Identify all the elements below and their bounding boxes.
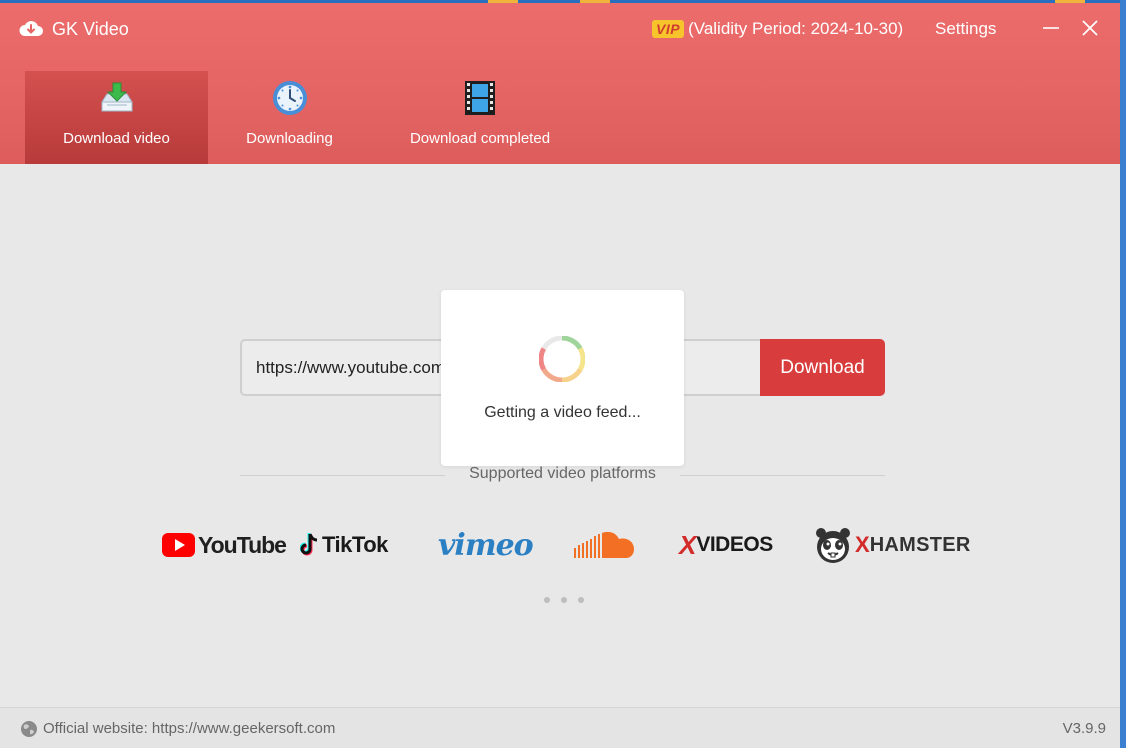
platform-vimeo: vimeo <box>438 525 534 565</box>
vip-badge: VIP <box>652 20 685 38</box>
platform-tiktok: TikTok <box>300 525 388 565</box>
app-title: GK Video <box>18 17 129 41</box>
tab-label: Download video <box>63 130 170 147</box>
app-window: GK Video VIP (Validity Period: 2024-10-3… <box>0 3 1120 748</box>
youtube-logo-icon <box>162 533 195 557</box>
vimeo-wordmark: vimeo <box>438 527 534 563</box>
platform-xhamster: X HAMSTER <box>814 525 971 565</box>
app-version: V3.9.9 <box>1062 720 1106 737</box>
platform-xvideos: X VIDEOS <box>679 525 773 565</box>
minimize-icon <box>1043 27 1059 29</box>
settings-button[interactable]: Settings <box>935 17 996 41</box>
divider-right <box>680 475 885 476</box>
platform-youtube: YouTube <box>162 525 287 565</box>
app-title-text: GK Video <box>52 18 129 39</box>
tab-label: Download completed <box>409 130 551 147</box>
desktop-edge <box>1120 0 1126 748</box>
loading-dialog: Getting a video feed... <box>441 290 684 466</box>
xhamster-x-mark: X <box>855 532 870 557</box>
cloud-download-icon <box>19 21 43 36</box>
xvideos-x-mark: X <box>679 529 697 560</box>
vip-status[interactable]: VIP (Validity Period: 2024-10-30) <box>652 17 903 41</box>
loading-message: Getting a video feed... <box>484 404 641 421</box>
download-button[interactable]: Download <box>760 339 885 396</box>
xhamster-wordmark: HAMSTER <box>869 533 971 556</box>
soundcloud-logo-icon <box>574 531 634 558</box>
more-platforms-dots[interactable] <box>544 597 584 607</box>
loading-spinner-icon <box>539 336 585 382</box>
youtube-wordmark: YouTube <box>198 531 287 558</box>
vip-validity-text: (Validity Period: 2024-10-30) <box>688 19 904 38</box>
clock-icon <box>272 81 307 115</box>
dot <box>578 597 584 603</box>
close-button[interactable] <box>1077 15 1103 41</box>
film-icon <box>465 81 495 115</box>
platform-soundcloud <box>574 525 639 565</box>
hamster-mascot-icon <box>816 528 850 563</box>
download-tray-icon <box>101 82 132 112</box>
tiktok-logo-icon <box>300 533 318 556</box>
tab-downloading[interactable]: Downloading <box>208 71 371 164</box>
close-icon <box>1082 20 1098 36</box>
tab-label: Downloading <box>246 130 333 147</box>
minimize-button[interactable] <box>1038 15 1064 41</box>
tiktok-wordmark: TikTok <box>322 532 388 557</box>
dot <box>544 597 550 603</box>
globe-icon <box>21 721 37 737</box>
xvideos-wordmark: VIDEOS <box>696 533 773 556</box>
app-footer: Official website: https://www.geekersoft… <box>0 707 1120 748</box>
tab-download-completed[interactable]: Download completed <box>399 71 561 164</box>
official-website-link[interactable]: Official website: https://www.geekersoft… <box>43 720 335 737</box>
supported-platforms-heading: Supported video platforms <box>469 465 656 482</box>
tab-download-video[interactable]: Download video <box>25 71 208 164</box>
dot <box>561 597 567 603</box>
app-header: GK Video VIP (Validity Period: 2024-10-3… <box>0 3 1120 164</box>
divider-left <box>240 475 445 476</box>
